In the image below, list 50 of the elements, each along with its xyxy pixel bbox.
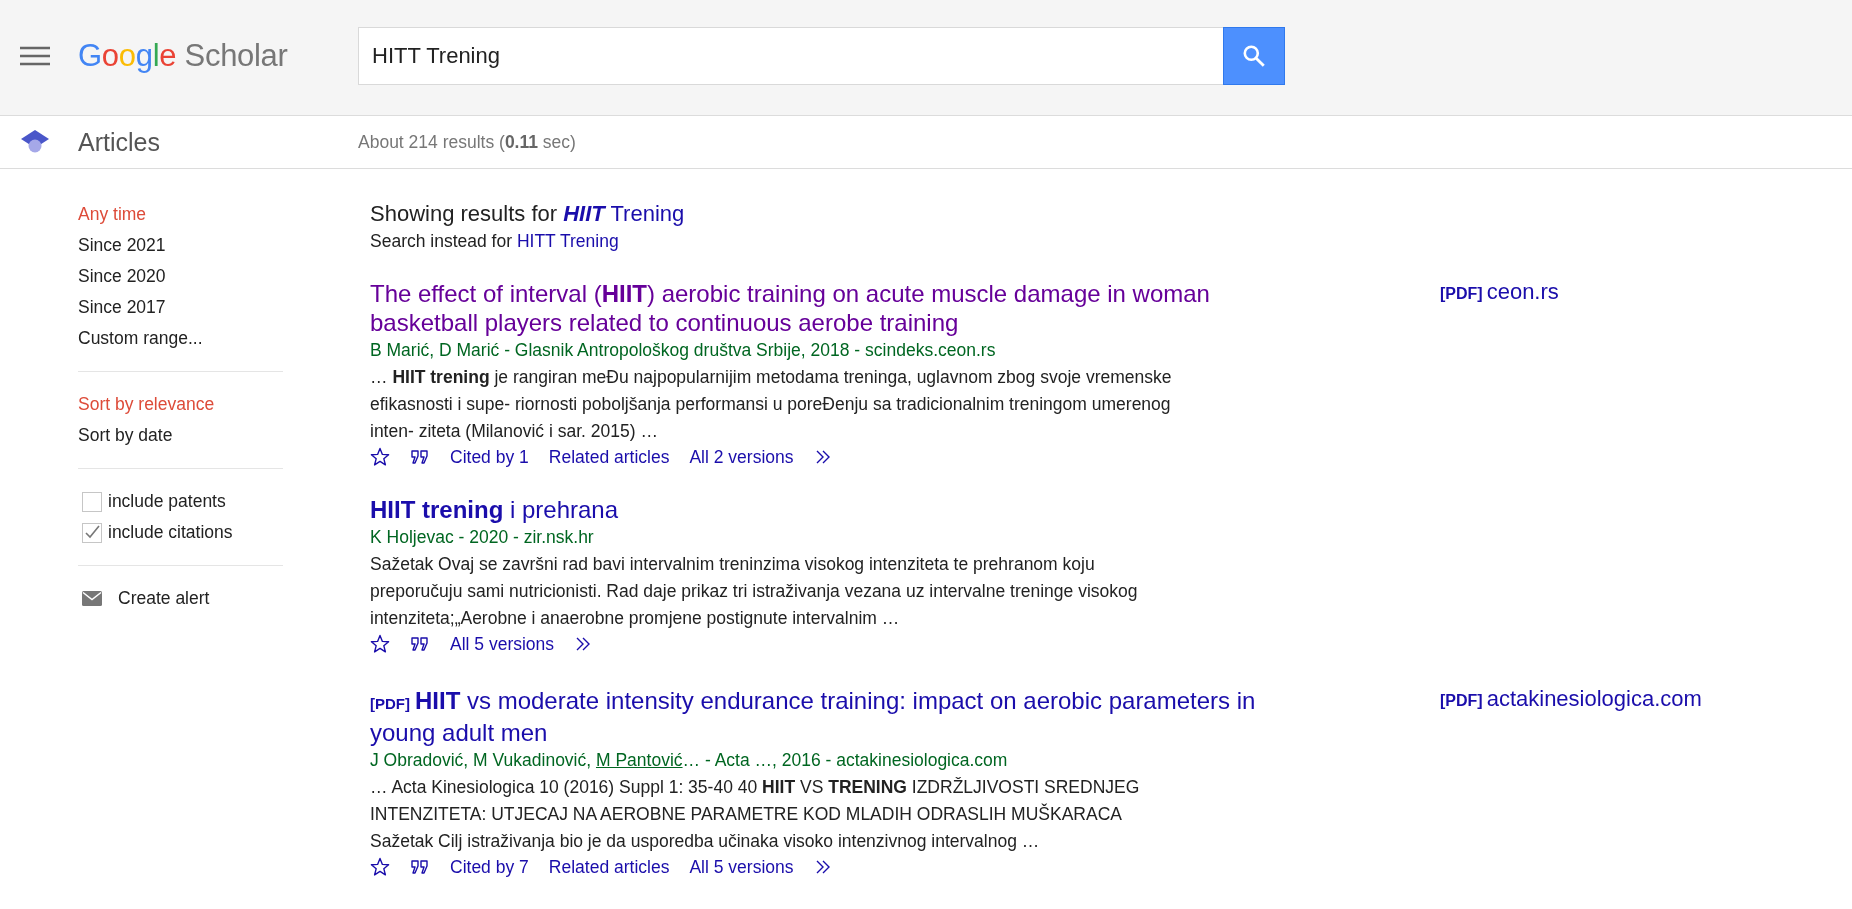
corrected-query-link[interactable]: HIIT Trening — [563, 201, 685, 226]
correction-text: Showing results for HIIT Trening — [370, 200, 686, 228]
menu-icon[interactable] — [20, 45, 50, 66]
author-link[interactable]: M Pantović — [596, 750, 683, 770]
logo[interactable]: Google Scholar — [78, 37, 358, 74]
time-filter[interactable]: Since 2021 — [78, 230, 166, 261]
results-count: About 214 results (0.11 sec) — [358, 131, 576, 153]
mail-icon[interactable] — [82, 591, 102, 606]
create-alert-link[interactable]: Create alert — [118, 583, 210, 614]
result-snippet: Sažetak Ovaj se završni rad bavi intervalnim treninzima visokog intenziteta te prehranom koju preporučuju sami nutricionisti. Rad daje prikaz tri istraživanja vezana uz intervalne treninge visokog intenziteta;„Aerobne i anaerobne promjene postignute intervalnim … — [370, 553, 1139, 630]
author-line: J Obradović, M Vukadinović, — [370, 750, 593, 770]
quote-icon[interactable] — [410, 634, 430, 654]
star-icon[interactable] — [370, 634, 390, 654]
time-filter[interactable]: Any time — [78, 199, 147, 230]
search-instead-text: Search instead for HITT Trening — [370, 230, 620, 253]
checkbox[interactable] — [82, 491, 102, 512]
result-link[interactable]: All 2 versions — [689, 446, 794, 468]
result-link[interactable]: All 5 versions — [450, 633, 555, 655]
time-filter[interactable]: Since 2017 — [78, 292, 166, 323]
checkbox-label[interactable]: include patents — [108, 491, 226, 512]
pdf-link[interactable]: [PDF] actakinesiologica.com — [1440, 686, 1702, 712]
checkbox[interactable] — [82, 522, 102, 543]
sort-option[interactable]: Sort by relevance — [78, 389, 215, 420]
result-link[interactable]: Cited by 1 — [450, 446, 529, 468]
author-line: B Marić, D Marić - Glasnik Antropološkog društva Srbije, 2018 - scindeks.ceon.rs — [370, 340, 996, 360]
search-field[interactable]: HITT Trening — [358, 26, 1223, 85]
result-snippet: … HIIT trening je rangiran meĐu najpopularnijim metodama treninga, uglavnom zbog svoje vremenske efikasnosti i supe- riornosti poboljšanja performansi u poreĐenju sa tradicionalnim treningom umerenog inten- ziteta (Milanović i sar. 2015) … — [370, 366, 1173, 443]
result-link[interactable]: Related articles — [548, 856, 670, 878]
sort-option[interactable]: Sort by date — [78, 420, 173, 451]
result-title[interactable]: The effect of interval (HIIT) aerobic training on acute muscle damage in woman basketball players related to continuous aerobe training — [370, 279, 1310, 337]
result-link[interactable]: Cited by 7 — [450, 856, 529, 878]
quote-icon[interactable] — [410, 857, 430, 877]
section-title: Articles — [78, 127, 161, 157]
author-line: … - Acta …, 2016 - actakinesiologica.com — [682, 750, 1008, 770]
search-button[interactable] — [1223, 26, 1285, 85]
author-line: K Holjevac - 2020 - zir.nsk.hr — [370, 527, 594, 547]
original-query-link[interactable]: HITT Trening — [516, 231, 619, 251]
result-link[interactable]: All 5 versions — [689, 856, 794, 878]
time-filter[interactable]: Since 2020 — [78, 261, 166, 292]
pdf-link[interactable]: [PDF] ceon.rs — [1440, 279, 1559, 305]
graduation-cap-icon — [20, 129, 50, 155]
quote-icon[interactable] — [410, 447, 430, 467]
checkbox-label[interactable]: include citations — [108, 522, 233, 543]
result-title[interactable]: [PDF] HIIT vs moderate intensity endurance training: impact on aerobic parameters in young adult men — [370, 686, 1310, 747]
result-title[interactable]: HIIT trening i prehrana — [370, 495, 1310, 524]
star-icon[interactable] — [370, 857, 390, 877]
result-link[interactable]: Related articles — [548, 446, 670, 468]
time-filter[interactable]: Custom range... — [78, 323, 203, 354]
result-snippet: … Acta Kinesiologica 10 (2016) Suppl 1: 35-40 40 HIIT VS TRENING IZDRŽLJIVOSTI SREDNJEG INTENZITETA: UTJECAJ NA AEROBNE PARAMETRE KOD MLADIH ODRASLIH MUŠKARACA Sažetak Cilj istraživanja bio je da usporedba učinaka visoko intenzivnog intervalnog … — [370, 776, 1141, 853]
star-icon[interactable] — [370, 447, 390, 467]
